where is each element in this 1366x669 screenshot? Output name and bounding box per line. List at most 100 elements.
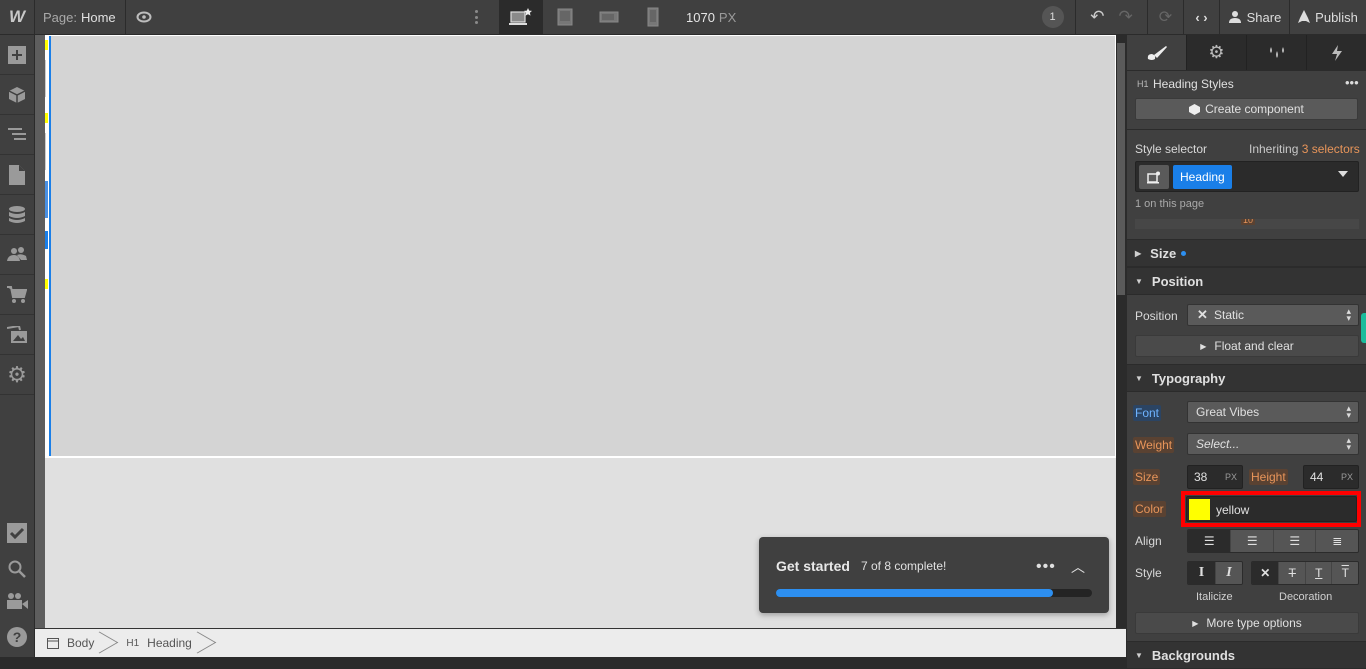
redo-icon[interactable]: ↷ bbox=[1119, 7, 1133, 27]
canvas-width-unit: PX bbox=[718, 10, 737, 25]
float-and-clear-button[interactable]: ▶ Float and clear bbox=[1135, 335, 1359, 357]
tab-settings[interactable]: ⚙ bbox=[1186, 35, 1246, 70]
sidebar-search[interactable] bbox=[0, 553, 34, 585]
section-position-header[interactable]: ▼ Position bbox=[1127, 267, 1366, 295]
left-sidebar: ⚙ ? bbox=[0, 35, 35, 657]
tab-interactions[interactable] bbox=[1306, 35, 1366, 70]
notifications-button[interactable]: 1 bbox=[1030, 0, 1075, 34]
sidebar-components[interactable] bbox=[0, 75, 34, 115]
font-select[interactable]: Great Vibes ▴ ▾ bbox=[1187, 401, 1359, 423]
sidebar-navigator[interactable] bbox=[0, 115, 34, 155]
more-options-icon[interactable] bbox=[470, 8, 482, 26]
page-selector[interactable]: Page: Home bbox=[35, 0, 126, 34]
align-center-button[interactable]: ☰ bbox=[1230, 530, 1273, 552]
publish-button[interactable]: Publish bbox=[1289, 0, 1366, 34]
database-icon bbox=[9, 205, 25, 223]
breakpoint-desktop[interactable] bbox=[499, 0, 543, 34]
more-type-options-button[interactable]: ▶ More type options bbox=[1135, 612, 1359, 634]
design-canvas[interactable]: Get started 7 of 8 complete! ••• ︿ bbox=[35, 35, 1116, 628]
more-options-icon[interactable]: ••• bbox=[1036, 558, 1056, 576]
overline-button[interactable]: T bbox=[1331, 562, 1358, 584]
cube-icon bbox=[8, 86, 26, 103]
scrollbar-thumb[interactable] bbox=[1117, 43, 1125, 295]
breadcrumb-item-heading[interactable]: H1 Heading bbox=[106, 629, 204, 658]
regular-i-icon: I bbox=[1198, 565, 1205, 580]
code-icon: ‹ › bbox=[1195, 9, 1208, 25]
font-label: Font bbox=[1133, 405, 1162, 421]
overline-icon: T bbox=[1341, 566, 1349, 580]
blue-marker bbox=[45, 231, 48, 249]
more-options-icon[interactable]: ••• bbox=[1345, 75, 1359, 90]
breakpoint-mobile-landscape[interactable] bbox=[587, 0, 631, 34]
caret-down-icon: ▼ bbox=[1135, 650, 1143, 660]
selector-state-button[interactable] bbox=[1139, 165, 1169, 189]
preview-button[interactable] bbox=[126, 0, 162, 34]
color-swatch[interactable] bbox=[1189, 499, 1210, 520]
sidebar-ecommerce[interactable] bbox=[0, 275, 34, 315]
align-right-button[interactable]: ☰ bbox=[1272, 530, 1316, 552]
style-label: Style bbox=[1135, 566, 1162, 580]
line-height-input[interactable]: 44 PX bbox=[1303, 465, 1359, 489]
tab-style[interactable] bbox=[1127, 35, 1186, 70]
sidebar-cms[interactable] bbox=[0, 195, 34, 235]
section-backgrounds-header[interactable]: ▼ Backgrounds bbox=[1127, 641, 1366, 669]
line-height-unit[interactable]: PX bbox=[1341, 472, 1353, 482]
sidebar-assets[interactable] bbox=[0, 315, 34, 355]
sidebar-settings[interactable]: ⚙ bbox=[0, 355, 34, 395]
page-name: Home bbox=[80, 9, 116, 25]
side-handle[interactable] bbox=[1361, 313, 1366, 343]
section-typography-header[interactable]: ▼ Typography bbox=[1127, 364, 1366, 392]
sync-button[interactable]: ⟳ bbox=[1147, 0, 1183, 34]
more-type-options-label: More type options bbox=[1206, 616, 1302, 630]
position-select[interactable]: ✕ Static ▴ ▾ bbox=[1187, 304, 1359, 326]
sidebar-add-panel[interactable] bbox=[0, 35, 34, 75]
style-selector-field[interactable]: Heading bbox=[1135, 161, 1359, 192]
font-size-input[interactable]: 38 PX bbox=[1187, 465, 1243, 489]
inheriting-count-link[interactable]: 3 selectors bbox=[1302, 142, 1360, 156]
publish-label: Publish bbox=[1315, 9, 1358, 25]
position-value: Static bbox=[1214, 308, 1245, 322]
align-justify-button[interactable]: ≣ bbox=[1315, 530, 1358, 552]
on-page-count: 1 on this page bbox=[1135, 198, 1205, 210]
sidebar-users[interactable] bbox=[0, 235, 34, 275]
help-icon: ? bbox=[7, 627, 27, 647]
align-left-button[interactable]: ☰ bbox=[1188, 530, 1231, 552]
underline-button[interactable]: T bbox=[1304, 562, 1332, 584]
sidebar-video-tutorials[interactable] bbox=[0, 585, 34, 617]
section-backgrounds-label: Backgrounds bbox=[1151, 647, 1235, 663]
section-size-header[interactable]: ▶ Size bbox=[1127, 239, 1366, 267]
code-export-button[interactable]: ‹ › bbox=[1183, 0, 1219, 34]
tab-interactions-style[interactable] bbox=[1246, 35, 1306, 70]
get-started-card: Get started 7 of 8 complete! ••• ︿ bbox=[759, 537, 1109, 613]
chevron-up-icon[interactable]: ︿ bbox=[1071, 557, 1085, 577]
selector-chip-heading[interactable]: Heading bbox=[1173, 165, 1232, 189]
canvas-scrollbar[interactable] bbox=[1116, 35, 1126, 628]
undo-icon[interactable]: ↶ bbox=[1090, 7, 1104, 27]
italic-off-button[interactable]: I bbox=[1188, 562, 1215, 584]
sidebar-audit[interactable] bbox=[0, 513, 34, 553]
mobile-landscape-icon bbox=[599, 11, 619, 23]
webflow-logo[interactable]: W bbox=[0, 0, 35, 34]
page-icon bbox=[9, 164, 25, 185]
breakpoint-tablet[interactable] bbox=[543, 0, 587, 34]
strikethrough-button[interactable]: T bbox=[1278, 562, 1305, 584]
chevron-down-icon[interactable] bbox=[1338, 171, 1348, 177]
decoration-none-button[interactable]: ✕ bbox=[1252, 562, 1279, 584]
create-component-button[interactable]: Create component bbox=[1135, 98, 1358, 120]
font-size-unit[interactable]: PX bbox=[1225, 472, 1237, 482]
component-icon bbox=[1189, 103, 1201, 115]
section-position-label: Position bbox=[1151, 273, 1204, 289]
italic-on-button[interactable]: I bbox=[1214, 562, 1242, 584]
share-button[interactable]: Share bbox=[1219, 0, 1289, 34]
breadcrumb-item-body[interactable]: Body bbox=[35, 629, 106, 658]
line-height-value: 44 bbox=[1310, 470, 1324, 484]
page-body[interactable] bbox=[45, 35, 1116, 458]
position-label: Position bbox=[1135, 309, 1178, 323]
color-input[interactable]: yellow bbox=[1186, 496, 1357, 522]
breakpoint-mobile-portrait[interactable] bbox=[631, 0, 675, 34]
weight-select[interactable]: Select... ▴ ▾ bbox=[1187, 433, 1359, 455]
get-started-progress-bar bbox=[776, 589, 1092, 597]
sidebar-pages[interactable] bbox=[0, 155, 34, 195]
sidebar-help[interactable]: ? bbox=[0, 617, 34, 657]
selected-heading-element[interactable] bbox=[49, 36, 1115, 456]
